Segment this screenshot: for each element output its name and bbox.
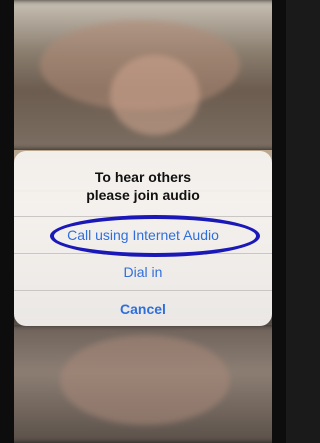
call-internet-audio-button[interactable]: Call using Internet Audio: [14, 217, 272, 253]
alert-title-line2: please join audio: [86, 187, 200, 203]
blurred-video-top: [0, 0, 286, 150]
dial-in-button[interactable]: Dial in: [14, 254, 272, 290]
letterbox-right: [272, 0, 286, 443]
alert-title-line1: To hear others: [94, 169, 192, 185]
blurred-video-bottom: [0, 325, 286, 443]
cancel-button[interactable]: Cancel: [14, 291, 272, 326]
letterbox-left: [0, 0, 14, 443]
join-audio-alert: To hear others please join audio Call us…: [14, 151, 272, 326]
alert-title: To hear others please join audio: [14, 168, 272, 204]
video-call-screen: To hear others please join audio Call us…: [0, 0, 286, 443]
